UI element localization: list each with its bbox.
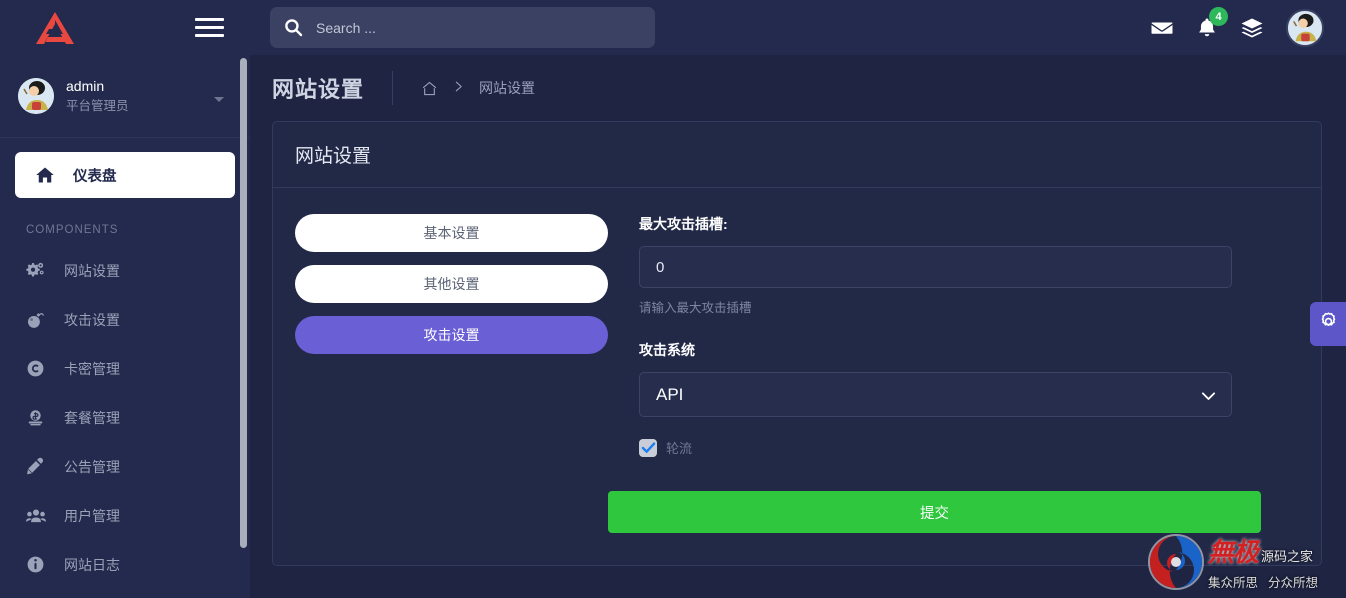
sidebar: admin 平台管理员 仪表盘 COMPONENTS 网站设置 攻击设置 卡密管…	[0, 0, 250, 598]
hamburger-line	[195, 34, 224, 37]
watermark-tagline-left: 集众所思	[1208, 576, 1259, 590]
sidebar-scrollbar[interactable]	[240, 58, 247, 590]
attack-system-label: 攻击系统	[639, 342, 695, 358]
search-box[interactable]	[270, 7, 655, 48]
sidebar-item-label: 用户管理	[64, 507, 120, 524]
copyright-circle-icon	[26, 359, 52, 378]
sidebar-item-site-logs[interactable]: 网站日志	[15, 540, 235, 589]
app-root: admin 平台管理员 仪表盘 COMPONENTS 网站设置 攻击设置 卡密管…	[0, 0, 1346, 598]
gear-icon	[1318, 311, 1339, 337]
sidebar-item-site-settings[interactable]: 网站设置	[15, 246, 235, 295]
topbar: 4	[250, 0, 1346, 55]
sidebar-item-label: 公告管理	[64, 458, 120, 475]
sidebar-item-card-management[interactable]: 卡密管理	[15, 344, 235, 393]
home-outline-icon[interactable]	[421, 80, 438, 97]
bomb-icon	[26, 310, 52, 329]
divider	[392, 71, 394, 105]
tab-other-settings[interactable]: 其他设置	[295, 265, 608, 303]
sidebar-item-label: 套餐管理	[64, 409, 120, 426]
attack-system-value[interactable]: API	[639, 372, 1232, 417]
tab-basic-settings[interactable]: 基本设置	[295, 214, 608, 252]
page-title: 网站设置	[272, 77, 365, 102]
sidebar-item-label: 卡密管理	[64, 360, 120, 377]
triangle-a-logo-icon[interactable]	[0, 10, 110, 46]
rotation-checkbox-row[interactable]: 轮流	[639, 438, 1299, 457]
menu-toggle-button[interactable]	[191, 14, 228, 41]
avatar[interactable]	[1286, 8, 1324, 47]
settings-card: 网站设置 基本设置 其他设置 攻击设置 最大攻击插槽: 请输入最大攻击插槽 攻击…	[272, 121, 1322, 566]
settings-tab-list: 基本设置 其他设置 攻击设置	[295, 214, 608, 533]
attack-system-select[interactable]: API	[639, 372, 1232, 417]
search-input[interactable]	[316, 19, 616, 36]
attack-settings-form: 最大攻击插槽: 请输入最大攻击插槽 攻击系统 API	[608, 214, 1299, 533]
sidebar-scrollbar-thumb[interactable]	[240, 58, 247, 548]
rotation-checkbox[interactable]	[639, 438, 657, 457]
rotation-checkbox-label: 轮流	[666, 441, 693, 456]
sidebar-item-attack-settings[interactable]: 攻击设置	[15, 295, 235, 344]
users-icon	[26, 506, 52, 526]
home-icon	[35, 165, 63, 185]
chevron-right-icon	[452, 80, 465, 97]
card-body: 基本设置 其他设置 攻击设置 最大攻击插槽: 请输入最大攻击插槽 攻击系统 AP…	[273, 188, 1321, 533]
sidebar-item-user-management[interactable]: 用户管理	[15, 491, 235, 540]
sidebar-item-label: 网站设置	[64, 262, 120, 279]
cogs-icon	[26, 261, 52, 280]
page-header: 网站设置 网站设置	[250, 55, 1346, 121]
submit-button[interactable]: 提交	[608, 491, 1261, 533]
user-meta: admin 平台管理员	[66, 77, 129, 115]
bell-icon[interactable]: 4	[1196, 7, 1228, 39]
max-slot-label: 最大攻击插槽:	[639, 216, 728, 232]
user-name: admin	[66, 78, 105, 94]
pen-icon	[26, 457, 52, 476]
notification-badge: 4	[1209, 7, 1228, 26]
sidebar-brand-bar	[0, 0, 250, 55]
caret-down-icon[interactable]	[214, 97, 224, 102]
money-bill-icon	[26, 408, 52, 427]
user-role: 平台管理员	[66, 99, 129, 113]
tab-attack-settings[interactable]: 攻击设置	[295, 316, 608, 354]
sidebar-item-notice-management[interactable]: 公告管理	[15, 442, 235, 491]
info-circle-icon	[26, 555, 52, 574]
card-title: 网站设置	[295, 146, 372, 167]
search-icon	[284, 18, 303, 37]
hamburger-line	[195, 18, 224, 21]
sidebar-section-heading: COMPONENTS	[26, 224, 119, 236]
sidebar-user-block[interactable]: admin 平台管理员	[0, 55, 250, 138]
attack-system-field: 攻击系统 API	[639, 340, 1299, 417]
theme-settings-button[interactable]	[1310, 302, 1346, 346]
main-area: 4	[250, 0, 1346, 598]
sidebar-item-package-management[interactable]: 套餐管理	[15, 393, 235, 442]
sidebar-item-label: 仪表盘	[73, 168, 117, 185]
sidebar-nav: 仪表盘 COMPONENTS 网站设置 攻击设置 卡密管理 套餐管理 公告管理 …	[0, 138, 250, 589]
envelope-icon[interactable]	[1150, 16, 1174, 40]
breadcrumb-current[interactable]: 网站设置	[479, 78, 535, 98]
watermark-tagline-right: 分众所想	[1268, 576, 1319, 590]
sidebar-item-dashboard[interactable]: 仪表盘	[15, 152, 235, 198]
topbar-actions: 4	[1150, 7, 1324, 47]
watermark-tagline: 集众所思 分众所想	[1208, 572, 1318, 591]
sidebar-item-label: 网站日志	[64, 556, 120, 573]
breadcrumb: 网站设置	[421, 78, 535, 98]
max-slot-input[interactable]	[639, 246, 1232, 288]
card-header: 网站设置	[273, 122, 1321, 188]
avatar	[18, 78, 54, 114]
max-slot-help: 请输入最大攻击插槽	[639, 301, 752, 315]
sidebar-item-label: 攻击设置	[64, 311, 120, 328]
hamburger-line	[195, 26, 224, 29]
layers-icon[interactable]	[1240, 16, 1264, 40]
